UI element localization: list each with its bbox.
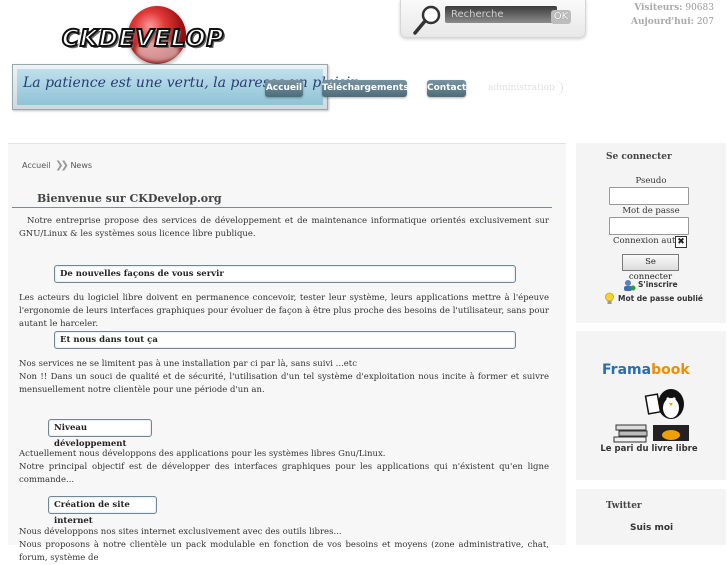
section-paragraph: Nous développons nos sites internet excl… [19,527,342,537]
today-label: Aujourd'hui: [630,17,694,27]
twitter-title: Twitter [606,501,642,511]
nav-telechargements[interactable]: Téléchargements [322,80,409,97]
breadcrumb: Accueil ❯❯ News [22,160,92,171]
password-label: Mot de passe [622,206,680,216]
section-heading: De nouvelles façons de vous servir [54,265,516,283]
section-heading: Et nous dans tout ça [54,331,516,349]
section-heading: Création de site internet [48,496,157,526]
framabook-banner[interactable]: Framabook Le pari du livre libre [599,362,699,462]
login-title: Se connecter [606,152,672,162]
logo-wordmark: CKDEVELOP [61,25,225,53]
twitter-follow-link[interactable]: Suis moi [630,523,673,533]
nav-accueil[interactable]: Accueil [265,80,303,97]
autologin-label: Connexion auto [613,236,681,246]
page-title: Bienvenue sur CKDevelop.org [37,192,222,205]
nav-administration[interactable]: administration [488,80,563,97]
section-paragraph: Les acteurs du logiciel libre doivent en… [19,293,549,329]
register-icon [624,280,636,291]
section-paragraph: Nos services ne se limitent pas à une in… [19,359,357,369]
title-divider [12,207,552,208]
register-link[interactable]: S'inscrire [638,280,678,289]
reading-penguin-icon [613,389,689,443]
main-content: Accueil ❯❯ News Bienvenue sur CKDevelop.… [8,143,566,563]
framabook-panel: Framabook Le pari du livre libre [576,331,726,480]
section-paragraph: Nous proposons à notre clientèle un pack… [19,540,549,563]
visitors-label: Visiteurs: [634,3,683,13]
twitter-panel: Twitter Suis moi [576,489,726,545]
search-submit-button[interactable]: OK [551,10,571,24]
nav-contact[interactable]: Contact [427,80,466,97]
visitor-counter: Visiteurs: 90683 Aujourd'hui: 207 [590,1,714,29]
today-value: 207 [696,17,714,27]
username-field[interactable] [609,187,689,205]
search-box: OK [400,0,586,38]
login-panel: Se connecter Pseudo Mot de passe Connexi… [576,143,726,323]
magnifier-icon [413,5,441,35]
username-label: Pseudo [635,176,667,186]
intro-paragraph: Notre entreprise propose des services de… [19,216,549,239]
slogan-text: La patience est une vertu, la paresse un… [23,75,369,91]
autologin-checkbox[interactable]: ✖ [675,236,687,248]
section-paragraph: Non !! Dans un souci de qualité et de sé… [19,372,549,395]
password-field[interactable] [609,217,689,235]
login-button[interactable]: Se connecter [622,254,679,282]
lightbulb-icon [605,292,614,304]
visitors-value: 90683 [685,3,714,13]
breadcrumb-current: News [70,161,93,170]
forgot-password-link[interactable]: Mot de passe oublié [618,294,703,303]
site-logo[interactable]: CKDEVELOP [61,4,267,70]
framabook-tagline: Le pari du livre libre [600,444,698,454]
section-paragraph: Actuellement nous développons des applic… [19,449,386,459]
framabook-brand: Framabook [602,362,690,378]
breadcrumb-home[interactable]: Accueil [22,161,51,170]
breadcrumb-separator-icon: ❯❯ [55,160,69,171]
search-input[interactable] [445,6,557,23]
section-paragraph: Notre principal objectif est de développ… [19,462,549,485]
section-heading: Niveau développement [48,419,152,449]
